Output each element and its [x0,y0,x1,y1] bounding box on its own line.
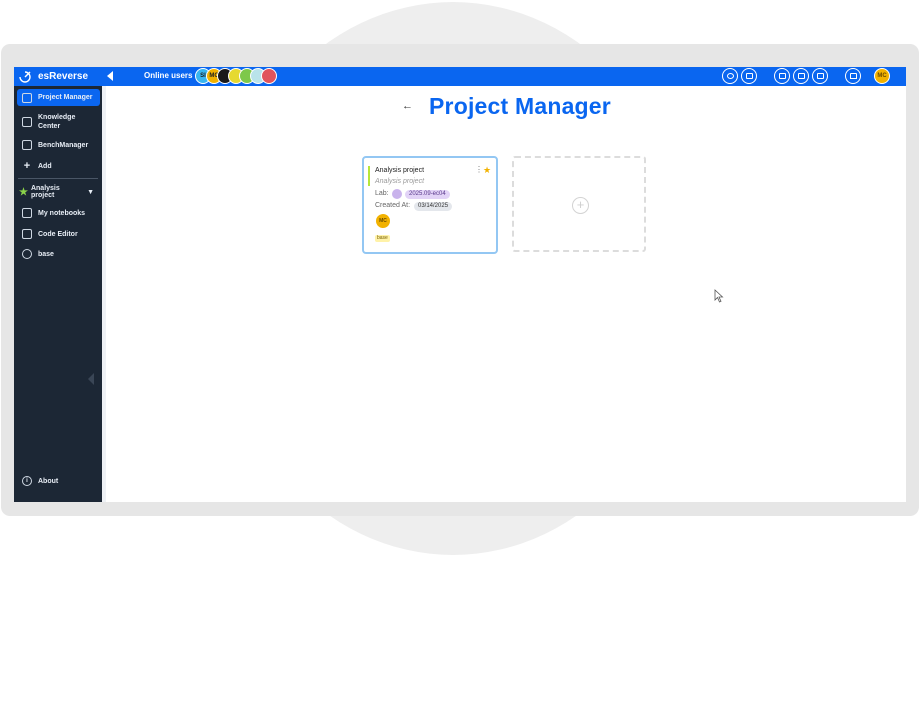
sidebar-item-label: base [38,250,54,258]
graduation-cap-icon [22,117,32,127]
sidebar-item-label: My notebooks [38,209,86,217]
keyboard-icon[interactable] [741,68,757,84]
page-title: Project Manager [429,93,611,119]
back-arrow-icon[interactable]: ← [402,100,413,112]
project-name: Analysis project [375,167,425,174]
lab-badge: 2025.09-ec04 [405,190,450,199]
sidebar-project-section[interactable]: ★ Analysis project ▼ [17,185,100,199]
home-icon[interactable] [845,68,861,84]
sidebar-item-label: BenchManager [38,141,89,149]
project-description: Analysis project [375,178,425,185]
toolbar-icons: MC [722,68,890,84]
main-content: ← Project Manager Analysis project Analy… [106,86,906,502]
plus-icon: + [23,160,31,172]
lab-icon [392,189,402,199]
favorite-star-icon[interactable]: ★ [483,165,491,176]
sidebar-item-benchmanager[interactable]: BenchManager [17,138,100,152]
docker-icon [22,249,32,259]
code-icon [22,229,32,239]
app-screen: esReverse Online users SI MC MC Project M… [14,67,906,502]
user-avatar[interactable]: MC [874,68,890,84]
lab-label: Lab: [375,190,389,197]
sidebar-item-about[interactable]: i About [17,474,100,488]
clock-icon[interactable] [722,68,738,84]
project-card[interactable]: Analysis project Analysis project ⋮ ★ La… [362,156,498,254]
chevron-down-icon: ▼ [87,188,94,196]
sidebar-item-label: About [38,477,59,485]
folder-icon [22,92,32,103]
environment-tag: base [375,235,390,242]
sidebar-item-my-notebooks[interactable]: My notebooks [17,206,100,220]
grid-off-icon[interactable] [774,68,790,84]
microscope-icon [22,140,32,150]
sidebar-item-label: Add [38,162,52,170]
add-project-card[interactable]: + [512,156,646,252]
sidebar-item-base[interactable]: base [17,247,100,261]
project-section-label: Analysis project [30,185,60,199]
brand[interactable]: esReverse [18,69,88,84]
sidebar-item-knowledge-center[interactable]: Knowledge Center [17,111,100,133]
project-status-bar [368,166,370,186]
brand-logo-icon [19,70,31,83]
collapse-sidebar-icon[interactable] [107,71,113,81]
online-users-avatars[interactable]: SI MC [195,68,277,84]
sidebar-resize-handle-icon[interactable] [88,373,94,385]
brand-name: esReverse [38,71,89,82]
mouse-cursor-icon [714,289,724,303]
sidebar-item-code-editor[interactable]: Code Editor [17,227,100,241]
sidebar-divider [18,178,98,179]
created-at-label: Created At: [375,202,411,209]
more-options-icon[interactable]: ⋮ [475,166,483,174]
notebook-icon [22,208,32,218]
add-circle-icon: + [572,197,589,214]
created-at-badge: 03/14/2025 [414,202,453,211]
sidebar-item-project-manager[interactable]: Project Manager [17,89,100,106]
online-users-label: Online users [144,71,193,80]
split-view-icon[interactable] [812,68,828,84]
info-icon: i [22,476,32,486]
star-icon: ★ [19,186,28,198]
online-user-avatar[interactable] [261,68,277,84]
sidebar-item-label: Knowledge Center [38,114,76,130]
sidebar-item-label: Code Editor [38,230,78,238]
top-bar: esReverse Online users SI MC MC [14,67,906,86]
sidebar-item-label: Project Manager [38,94,93,101]
owner-avatar: MC [376,214,390,228]
sidebar-item-add[interactable]: + Add [17,159,100,173]
layout-icon[interactable] [793,68,809,84]
sidebar: Project Manager Knowledge Center BenchMa… [14,86,102,502]
